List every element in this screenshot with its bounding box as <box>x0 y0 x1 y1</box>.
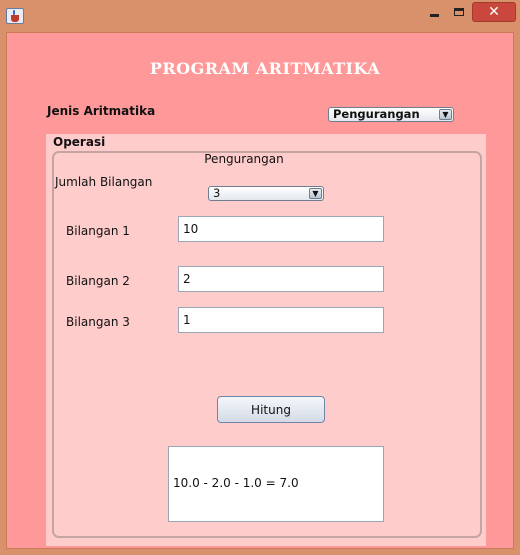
java-cup-icon[interactable] <box>6 8 24 24</box>
bilangan-1-label: Bilangan 1 <box>66 224 130 238</box>
operasi-label: Operasi <box>53 135 106 149</box>
chevron-down-icon[interactable]: ▼ <box>309 188 322 199</box>
jenis-aritmatika-label: Jenis Aritmatika <box>47 104 156 118</box>
maximize-icon <box>454 8 464 16</box>
bilangan-2-input[interactable]: 2 <box>178 266 384 292</box>
title-bar[interactable]: ✕ <box>0 0 520 32</box>
bilangan-1-input[interactable]: 10 <box>178 216 384 242</box>
minimize-button[interactable] <box>423 2 445 22</box>
page-title: PROGRAM ARITMATIKA <box>149 59 381 78</box>
bilangan-3-input[interactable]: 1 <box>178 307 384 333</box>
result-textarea[interactable]: 10.0 - 2.0 - 1.0 = 7.0 <box>168 446 384 522</box>
jumlah-selected-value: 3 <box>213 186 221 200</box>
close-icon: ✕ <box>488 4 500 20</box>
hitung-button[interactable]: Hitung <box>217 396 325 423</box>
minimize-icon <box>429 14 439 17</box>
jumlah-bilangan-label: Jumlah Bilangan <box>55 175 153 189</box>
jumlah-bilangan-dropdown[interactable]: 3 ▼ <box>208 186 324 201</box>
close-button[interactable]: ✕ <box>472 2 516 22</box>
chevron-down-icon[interactable]: ▼ <box>439 109 452 120</box>
maximize-button[interactable] <box>447 2 471 22</box>
operation-subtitle: Pengurangan <box>204 152 284 166</box>
bilangan-2-label: Bilangan 2 <box>66 274 130 288</box>
jenis-aritmatika-dropdown[interactable]: Pengurangan ▼ <box>328 107 454 122</box>
bilangan-3-label: Bilangan 3 <box>66 315 130 329</box>
jenis-selected-value: Pengurangan <box>333 107 420 121</box>
